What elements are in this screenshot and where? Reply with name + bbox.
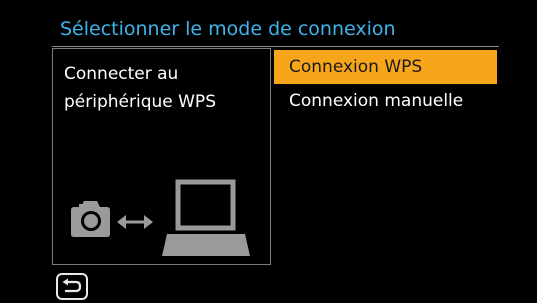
menu-item-label: Connexion WPS [289, 57, 423, 77]
screen-title: Sélectionner le mode de connexion [60, 18, 396, 40]
menu-item-wps-connection[interactable]: Connexion WPS [274, 50, 497, 84]
info-description-line-2: périphérique WPS [64, 92, 216, 112]
menu-item-label: Connexion manuelle [289, 91, 464, 111]
info-panel: Connecter au périphérique WPS [52, 48, 271, 265]
return-arrow-icon [62, 278, 82, 293]
title-divider [52, 46, 499, 47]
connection-diagram [71, 179, 250, 256]
camera-icon [71, 201, 110, 237]
connection-mode-menu: Connexion WPS Connexion manuelle [274, 50, 497, 118]
back-button[interactable] [56, 273, 88, 300]
menu-item-manual-connection[interactable]: Connexion manuelle [274, 84, 497, 118]
info-description: Connecter au périphérique WPS [64, 60, 264, 116]
laptop-icon [162, 179, 250, 256]
info-description-line-1: Connecter au [64, 64, 179, 84]
screen: Sélectionner le mode de connexion Connec… [0, 0, 537, 303]
bidirectional-arrow-icon [117, 215, 153, 229]
